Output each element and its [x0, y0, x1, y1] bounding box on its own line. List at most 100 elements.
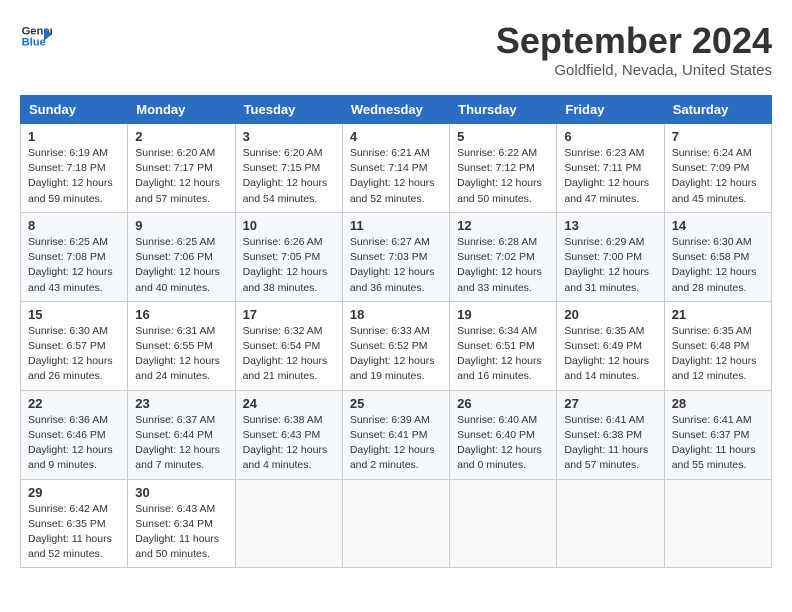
day-number: 26 — [457, 396, 549, 411]
calendar-cell: 1 Sunrise: 6:19 AM Sunset: 7:18 PM Daylig… — [21, 124, 128, 213]
calendar-cell: 20 Sunrise: 6:35 AM Sunset: 6:49 PM Dayli… — [557, 301, 664, 390]
day-detail: Sunrise: 6:26 AM Sunset: 7:05 PM Dayligh… — [243, 235, 335, 296]
logo-icon: General Blue — [20, 20, 52, 52]
day-number: 21 — [672, 307, 764, 322]
day-detail: Sunrise: 6:25 AM Sunset: 7:08 PM Dayligh… — [28, 235, 120, 296]
calendar-cell: 6 Sunrise: 6:23 AM Sunset: 7:11 PM Daylig… — [557, 124, 664, 213]
calendar-cell: 25 Sunrise: 6:39 AM Sunset: 6:41 PM Dayli… — [342, 390, 449, 479]
calendar-cell: 2 Sunrise: 6:20 AM Sunset: 7:17 PM Daylig… — [128, 124, 235, 213]
day-detail: Sunrise: 6:19 AM Sunset: 7:18 PM Dayligh… — [28, 146, 120, 207]
day-number: 27 — [564, 396, 656, 411]
day-number: 8 — [28, 218, 120, 233]
calendar-cell: 24 Sunrise: 6:38 AM Sunset: 6:43 PM Dayli… — [235, 390, 342, 479]
calendar-cell: 12Sunrise: 6:28 AM Sunset: 7:02 PM Dayli… — [450, 212, 557, 301]
day-number: 9 — [135, 218, 227, 233]
weekday-header-thursday: Thursday — [450, 96, 557, 124]
day-number: 10 — [243, 218, 335, 233]
calendar-cell: 29 Sunrise: 6:42 AM Sunset: 6:35 PM Dayli… — [21, 479, 128, 568]
day-number: 2 — [135, 129, 227, 144]
calendar-cell: 7 Sunrise: 6:24 AM Sunset: 7:09 PM Daylig… — [664, 124, 771, 213]
day-detail: Sunrise: 6:29 AM Sunset: 7:00 PM Dayligh… — [564, 235, 656, 296]
calendar-cell — [450, 479, 557, 568]
day-number: 19 — [457, 307, 549, 322]
day-number: 13 — [564, 218, 656, 233]
day-detail: Sunrise: 6:39 AM Sunset: 6:41 PM Dayligh… — [350, 413, 442, 474]
day-number: 1 — [28, 129, 120, 144]
day-number: 6 — [564, 129, 656, 144]
day-detail: Sunrise: 6:40 AM Sunset: 6:40 PM Dayligh… — [457, 413, 549, 474]
logo: General Blue — [20, 20, 52, 52]
calendar-cell: 17Sunrise: 6:32 AM Sunset: 6:54 PM Dayli… — [235, 301, 342, 390]
day-detail: Sunrise: 6:42 AM Sunset: 6:35 PM Dayligh… — [28, 502, 120, 563]
day-detail: Sunrise: 6:36 AM Sunset: 6:46 PM Dayligh… — [28, 413, 120, 474]
day-number: 29 — [28, 485, 120, 500]
day-detail: Sunrise: 6:21 AM Sunset: 7:14 PM Dayligh… — [350, 146, 442, 207]
weekday-header-wednesday: Wednesday — [342, 96, 449, 124]
day-detail: Sunrise: 6:41 AM Sunset: 6:37 PM Dayligh… — [672, 413, 764, 474]
weekday-header-sunday: Sunday — [21, 96, 128, 124]
month-title: September 2024 — [496, 20, 772, 62]
calendar-cell: 9 Sunrise: 6:25 AM Sunset: 7:06 PM Daylig… — [128, 212, 235, 301]
day-detail: Sunrise: 6:22 AM Sunset: 7:12 PM Dayligh… — [457, 146, 549, 207]
calendar-cell: 18 Sunrise: 6:33 AM Sunset: 6:52 PM Dayli… — [342, 301, 449, 390]
day-number: 28 — [672, 396, 764, 411]
day-number: 5 — [457, 129, 549, 144]
day-detail: Sunrise: 6:41 AM Sunset: 6:38 PM Dayligh… — [564, 413, 656, 474]
weekday-header-tuesday: Tuesday — [235, 96, 342, 124]
calendar-cell — [664, 479, 771, 568]
svg-text:Blue: Blue — [22, 37, 46, 49]
calendar-cell: 27 Sunrise: 6:41 AM Sunset: 6:38 PM Dayli… — [557, 390, 664, 479]
calendar-week-5: 29 Sunrise: 6:42 AM Sunset: 6:35 PM Dayli… — [21, 479, 772, 568]
day-detail: Sunrise: 6:24 AM Sunset: 7:09 PM Dayligh… — [672, 146, 764, 207]
day-detail: Sunrise: 6:28 AM Sunset: 7:02 PM Dayligh… — [457, 235, 549, 296]
day-detail: Sunrise: 6:38 AM Sunset: 6:43 PM Dayligh… — [243, 413, 335, 474]
day-number: 20 — [564, 307, 656, 322]
calendar-week-3: 15Sunrise: 6:30 AM Sunset: 6:57 PM Dayli… — [21, 301, 772, 390]
calendar-cell: 4Sunrise: 6:21 AM Sunset: 7:14 PM Daylig… — [342, 124, 449, 213]
day-detail: Sunrise: 6:31 AM Sunset: 6:55 PM Dayligh… — [135, 324, 227, 385]
calendar-cell: 21 Sunrise: 6:35 AM Sunset: 6:48 PM Dayli… — [664, 301, 771, 390]
calendar-cell: 26 Sunrise: 6:40 AM Sunset: 6:40 PM Dayli… — [450, 390, 557, 479]
day-number: 7 — [672, 129, 764, 144]
calendar: SundayMondayTuesdayWednesdayThursdayFrid… — [20, 95, 772, 568]
calendar-cell: 15Sunrise: 6:30 AM Sunset: 6:57 PM Dayli… — [21, 301, 128, 390]
day-detail: Sunrise: 6:33 AM Sunset: 6:52 PM Dayligh… — [350, 324, 442, 385]
day-number: 18 — [350, 307, 442, 322]
day-detail: Sunrise: 6:43 AM Sunset: 6:34 PM Dayligh… — [135, 502, 227, 563]
day-number: 25 — [350, 396, 442, 411]
day-detail: Sunrise: 6:27 AM Sunset: 7:03 PM Dayligh… — [350, 235, 442, 296]
weekday-header-saturday: Saturday — [664, 96, 771, 124]
calendar-cell: 10 Sunrise: 6:26 AM Sunset: 7:05 PM Dayli… — [235, 212, 342, 301]
day-detail: Sunrise: 6:20 AM Sunset: 7:17 PM Dayligh… — [135, 146, 227, 207]
calendar-cell: 22Sunrise: 6:36 AM Sunset: 6:46 PM Dayli… — [21, 390, 128, 479]
day-number: 30 — [135, 485, 227, 500]
weekday-header-monday: Monday — [128, 96, 235, 124]
day-detail: Sunrise: 6:23 AM Sunset: 7:11 PM Dayligh… — [564, 146, 656, 207]
calendar-week-1: 1 Sunrise: 6:19 AM Sunset: 7:18 PM Daylig… — [21, 124, 772, 213]
calendar-cell — [235, 479, 342, 568]
day-number: 14 — [672, 218, 764, 233]
day-detail: Sunrise: 6:37 AM Sunset: 6:44 PM Dayligh… — [135, 413, 227, 474]
calendar-cell — [557, 479, 664, 568]
day-number: 17 — [243, 307, 335, 322]
calendar-cell — [342, 479, 449, 568]
calendar-week-4: 22Sunrise: 6:36 AM Sunset: 6:46 PM Dayli… — [21, 390, 772, 479]
calendar-cell: 14Sunrise: 6:30 AM Sunset: 6:58 PM Dayli… — [664, 212, 771, 301]
calendar-week-2: 8 Sunrise: 6:25 AM Sunset: 7:08 PM Daylig… — [21, 212, 772, 301]
day-detail: Sunrise: 6:35 AM Sunset: 6:48 PM Dayligh… — [672, 324, 764, 385]
weekday-header-friday: Friday — [557, 96, 664, 124]
day-number: 23 — [135, 396, 227, 411]
day-number: 24 — [243, 396, 335, 411]
day-number: 16 — [135, 307, 227, 322]
day-detail: Sunrise: 6:30 AM Sunset: 6:57 PM Dayligh… — [28, 324, 120, 385]
day-detail: Sunrise: 6:35 AM Sunset: 6:49 PM Dayligh… — [564, 324, 656, 385]
day-number: 3 — [243, 129, 335, 144]
calendar-cell: 8 Sunrise: 6:25 AM Sunset: 7:08 PM Daylig… — [21, 212, 128, 301]
day-detail: Sunrise: 6:25 AM Sunset: 7:06 PM Dayligh… — [135, 235, 227, 296]
day-detail: Sunrise: 6:20 AM Sunset: 7:15 PM Dayligh… — [243, 146, 335, 207]
calendar-cell: 30 Sunrise: 6:43 AM Sunset: 6:34 PM Dayli… — [128, 479, 235, 568]
calendar-cell: 11Sunrise: 6:27 AM Sunset: 7:03 PM Dayli… — [342, 212, 449, 301]
calendar-cell: 28 Sunrise: 6:41 AM Sunset: 6:37 PM Dayli… — [664, 390, 771, 479]
calendar-cell: 13 Sunrise: 6:29 AM Sunset: 7:00 PM Dayli… — [557, 212, 664, 301]
calendar-cell: 3 Sunrise: 6:20 AM Sunset: 7:15 PM Daylig… — [235, 124, 342, 213]
